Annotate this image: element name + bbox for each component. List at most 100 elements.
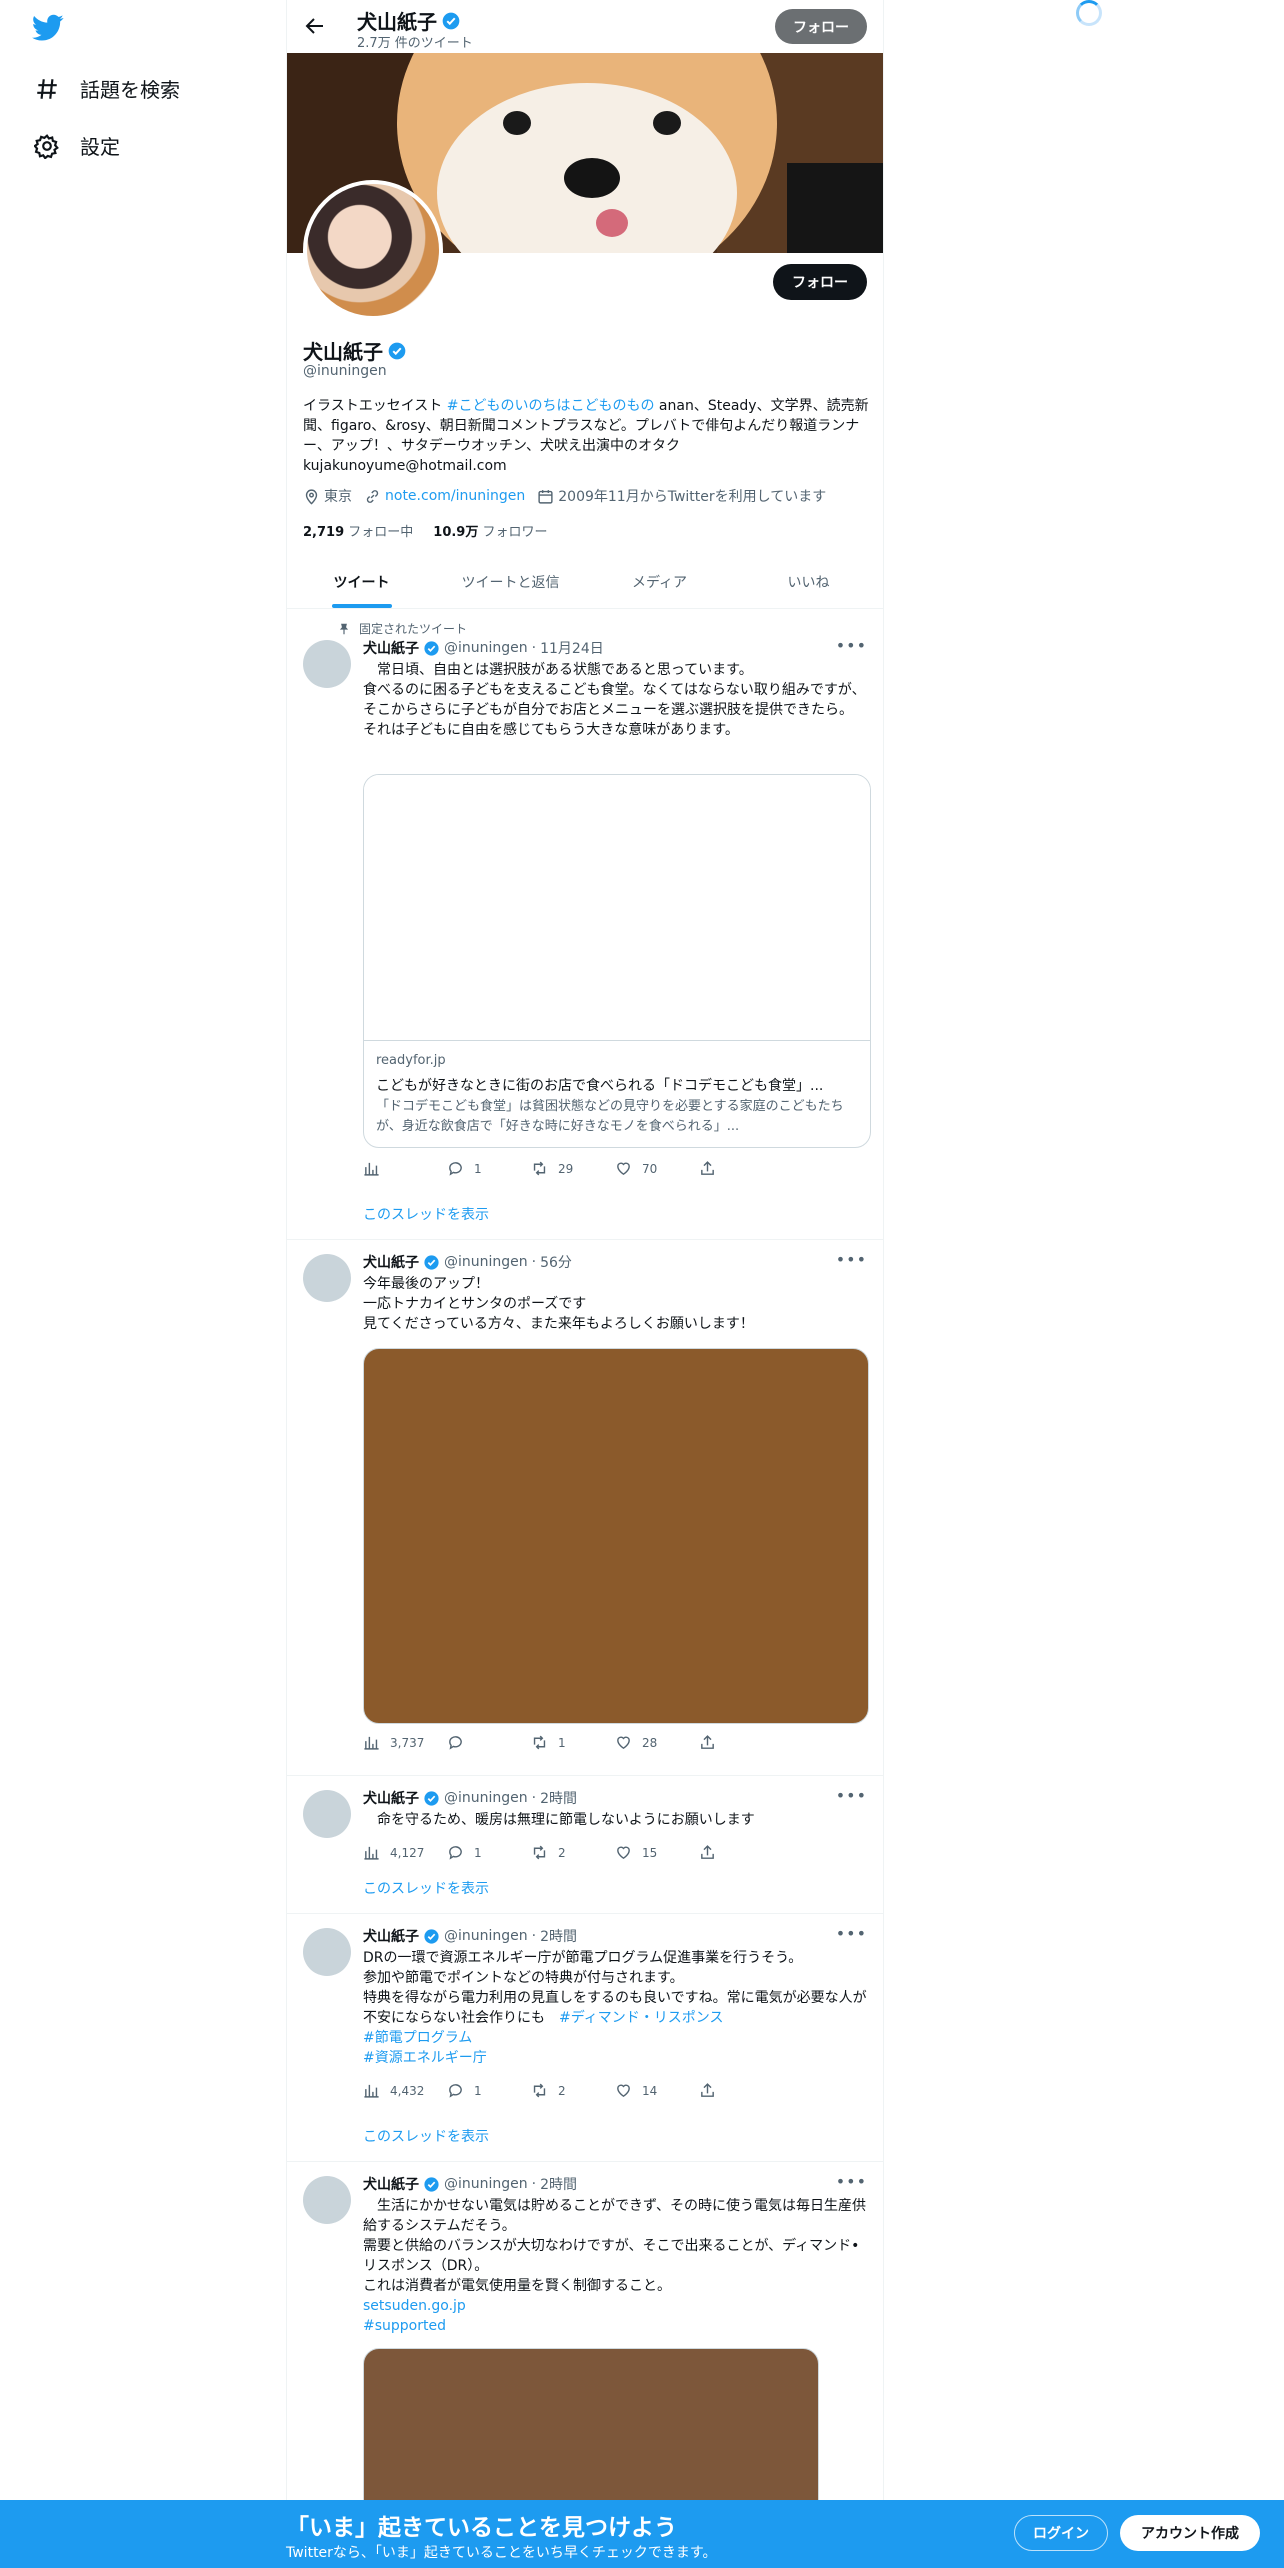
followers-link[interactable]: 10.9万 フォロワー (433, 521, 547, 540)
tweet-text: DRの一環で資源エネルギー庁が節電プログラム促進事業を行うそう。 参加や節電でポ… (363, 1948, 871, 2068)
tweet-avatar[interactable] (303, 1928, 351, 1976)
nav-settings-label: 設定 (80, 135, 120, 159)
views-button[interactable]: 3,737 (363, 1734, 447, 1751)
tweet[interactable]: 犬山紙子 @inuningen · 2時間 ••• DRの一環で資源エネルギー庁… (287, 1914, 883, 2162)
like-button[interactable]: 14 (615, 2082, 699, 2099)
like-button[interactable]: 70 (615, 1160, 699, 1177)
reply-count: 1 (474, 2083, 482, 2098)
website-link[interactable]: note.com/inuningen (385, 488, 525, 504)
reply-button[interactable]: 1 (447, 1160, 531, 1177)
tweet-avatar[interactable] (303, 640, 351, 688)
tweet-time[interactable]: 56分 (540, 1252, 572, 1272)
more-options-icon[interactable]: ••• (836, 636, 867, 655)
tweet-avatar[interactable] (303, 1790, 351, 1838)
tweet[interactable]: 犬山紙子 @inuningen · 2時間 ••• 命を守るため、暖房は無理に節… (287, 1776, 883, 1914)
like-button[interactable]: 28 (615, 1734, 699, 1751)
like-count: 70 (642, 1161, 658, 1176)
show-thread-link[interactable]: このスレッドを表示 (363, 2126, 489, 2146)
tweet[interactable]: 犬山紙子 @inuningen · 56分 ••• 今年最後のアップ！ 一応トナ… (287, 1240, 883, 1776)
tweet-author-name[interactable]: 犬山紙子 (363, 1926, 419, 1946)
views-button[interactable] (363, 1160, 447, 1177)
separator-dot: · (531, 1790, 537, 1806)
hashtag-link[interactable]: #supported (363, 2318, 446, 2334)
more-options-icon[interactable]: ••• (836, 2172, 867, 2191)
tweet-time[interactable]: 11月24日 (540, 638, 604, 658)
tweet-pinned[interactable]: 固定されたツイート 犬山紙子 @inuningen · 11月24日 ••• 常… (287, 610, 883, 1240)
following-count: 2,719 (303, 525, 345, 540)
tweet-avatar[interactable] (303, 2176, 351, 2224)
like-button[interactable]: 15 (615, 1844, 699, 1861)
tweet-handle[interactable]: @inuningen (444, 2176, 528, 2192)
tweet-handle[interactable]: @inuningen (444, 1790, 528, 1806)
tweet[interactable]: 犬山紙子 @inuningen · 2時間 ••• 生活にかかせない電気は貯める… (287, 2162, 883, 2508)
retweet-button[interactable]: 29 (531, 1160, 615, 1177)
separator-dot: · (531, 1254, 537, 1270)
more-options-icon[interactable]: ••• (836, 1250, 867, 1269)
views-count: 3,737 (390, 1735, 425, 1750)
tweet-url-link[interactable]: setsuden.go.jp (363, 2298, 466, 2314)
tweet-avatar[interactable] (303, 1254, 351, 1302)
views-count: 4,432 (390, 2083, 425, 2098)
reply-button[interactable]: 1 (447, 2082, 531, 2099)
nav-settings[interactable]: 設定 (34, 131, 120, 160)
following-link[interactable]: 2,719 フォロー中 (303, 521, 413, 540)
hashtag-link[interactable]: #ディマンド・リスポンス (559, 2010, 723, 2026)
like-count: 14 (642, 2083, 658, 2098)
tab-tweets-replies[interactable]: ツイートと返信 (436, 556, 585, 608)
tweet-time[interactable]: 2時間 (540, 1788, 577, 1808)
show-thread-link[interactable]: このスレッドを表示 (363, 1878, 489, 1898)
share-button[interactable] (699, 1160, 783, 1177)
share-button[interactable] (699, 1734, 783, 1751)
tweet-time[interactable]: 2時間 (540, 2174, 577, 2194)
retweet-icon (533, 1161, 546, 1176)
verified-badge-icon (424, 1254, 439, 1270)
login-button[interactable]: ログイン (1014, 2515, 1108, 2551)
tweet-author-name[interactable]: 犬山紙子 (363, 1252, 419, 1272)
reply-button[interactable] (447, 1734, 531, 1751)
tweet-author-name[interactable]: 犬山紙子 (363, 2174, 419, 2194)
separator-dot: · (531, 640, 537, 656)
nav-explore[interactable]: 話題を検索 (34, 74, 180, 103)
share-button[interactable] (699, 1844, 783, 1861)
joined-item: 2009年11月からTwitterを利用しています (537, 486, 826, 506)
tweet-handle[interactable]: @inuningen (444, 1254, 528, 1270)
more-options-icon[interactable]: ••• (836, 1786, 867, 1805)
show-thread-link[interactable]: このスレッドを表示 (363, 1204, 489, 1224)
retweet-button[interactable]: 2 (531, 2082, 615, 2099)
tweet-author-name[interactable]: 犬山紙子 (363, 638, 419, 658)
link-card[interactable]: readyfor.jp こどもが好きなときに街のお店で食べられる「ドコデモこども… (363, 774, 871, 1148)
back-arrow-icon[interactable] (303, 14, 327, 38)
twitter-bird-icon[interactable] (32, 14, 64, 42)
profile-follow-button[interactable]: フォロー (773, 264, 867, 300)
views-button[interactable]: 4,127 (363, 1844, 447, 1861)
tweet-time[interactable]: 2時間 (540, 1926, 577, 1946)
link-icon (366, 489, 379, 503)
tab-likes[interactable]: いいね (734, 556, 883, 608)
more-options-icon[interactable]: ••• (836, 1924, 867, 1943)
retweet-button[interactable]: 1 (531, 1734, 615, 1751)
reply-button[interactable]: 1 (447, 1844, 531, 1861)
followers-count: 10.9万 (433, 525, 479, 540)
views-button[interactable]: 4,432 (363, 2082, 447, 2099)
tweet-media-image[interactable] (363, 1348, 869, 1724)
signup-button[interactable]: アカウント作成 (1120, 2515, 1260, 2551)
tab-media[interactable]: メディア (585, 556, 734, 608)
tweet-text-main: 生活にかかせない電気は貯めることができず、その時に使う電気は毎日生産供給するシス… (363, 2198, 867, 2294)
bio-hashtag-link[interactable]: #こどものいのちはこどものもの (447, 398, 655, 414)
hashtag-link[interactable]: #節電プログラム (363, 2030, 472, 2046)
header-follow-button[interactable]: フォロー (775, 9, 867, 44)
verified-badge-icon (424, 2176, 439, 2192)
tweet-handle[interactable]: @inuningen (444, 640, 528, 656)
verified-badge-icon (388, 342, 406, 359)
hashtag-link[interactable]: #資源エネルギー庁 (363, 2050, 487, 2066)
retweet-icon (533, 1845, 546, 1860)
tweet-author-name[interactable]: 犬山紙子 (363, 1788, 419, 1808)
tweet-handle[interactable]: @inuningen (444, 1928, 528, 1944)
heart-icon (617, 1736, 630, 1750)
tab-tweets[interactable]: ツイート (287, 556, 436, 608)
profile-avatar[interactable] (303, 180, 443, 320)
signup-banner-subtitle: Twitterなら、「いま」起きていることをいち早くチェックできます。 (286, 2545, 717, 2561)
share-button[interactable] (699, 2082, 783, 2099)
tweet-media-image[interactable] (363, 2348, 819, 2508)
retweet-button[interactable]: 2 (531, 1844, 615, 1861)
